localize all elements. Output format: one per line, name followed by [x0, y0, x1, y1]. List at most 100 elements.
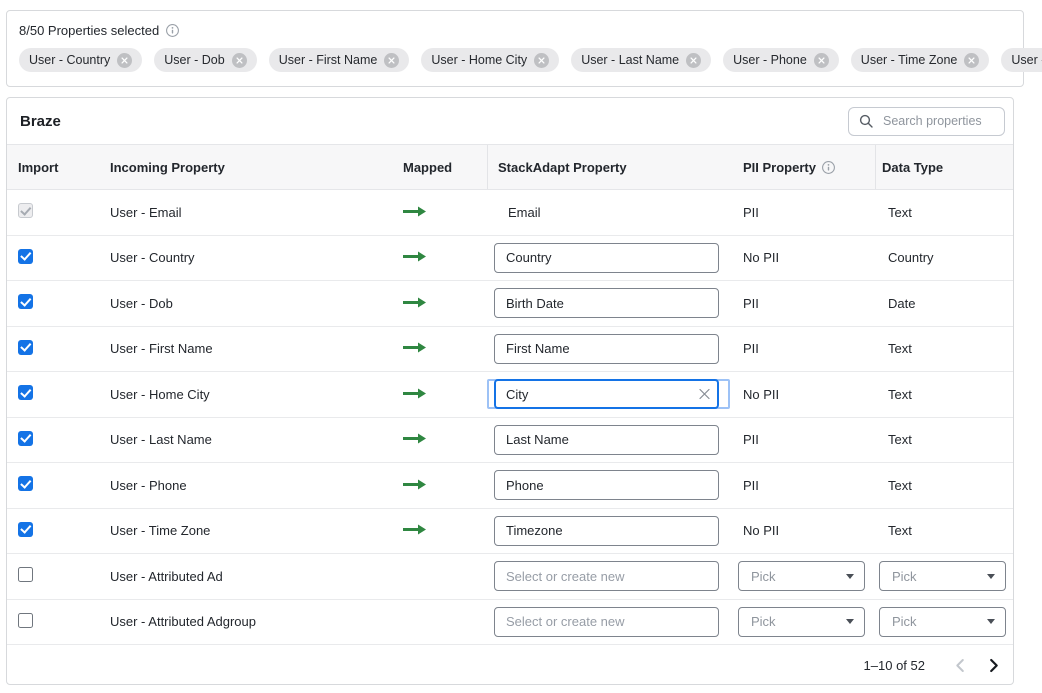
chevron-down-icon: [846, 619, 854, 624]
pii-value: No PII: [743, 387, 779, 402]
import-checkbox[interactable]: [18, 476, 33, 491]
table-cell: Date: [875, 296, 1013, 311]
clear-input-icon[interactable]: [699, 389, 710, 400]
table-body: User - EmailEmailPIITextUser - CountryNo…: [7, 190, 1013, 645]
arrow-right-icon: [403, 479, 427, 490]
table-cell: User - Attributed Ad: [110, 569, 392, 584]
pii-select[interactable]: Pick: [738, 561, 865, 591]
table-row: User - Last NamePIIText: [7, 418, 1013, 464]
import-checkbox[interactable]: [18, 522, 33, 537]
table-cell: [392, 432, 487, 447]
table-cell: Pick: [737, 561, 875, 591]
stackadapt-property-input[interactable]: [494, 425, 719, 455]
table-cell: [7, 385, 110, 403]
remove-chip-icon[interactable]: [964, 53, 979, 68]
table-cell: [487, 425, 737, 455]
import-checkbox[interactable]: [18, 431, 33, 446]
stackadapt-property-input-wrap: [494, 425, 719, 455]
stackadapt-property-input[interactable]: [494, 334, 719, 364]
data-type-value: Text: [888, 387, 912, 402]
table-row: User - Phone PII Text: [7, 463, 1013, 509]
property-chip: User - First Name: [269, 48, 410, 72]
stackadapt-property-input[interactable]: [494, 379, 719, 409]
table-cell: No PII: [737, 250, 875, 265]
remove-chip-icon[interactable]: [117, 53, 132, 68]
import-checkbox[interactable]: [18, 294, 33, 309]
pii-select[interactable]: Pick: [738, 607, 865, 637]
chip-label: User - Phone: [733, 53, 807, 67]
incoming-property-label: User - First Name: [110, 341, 213, 356]
pii-value: PII: [743, 296, 759, 311]
data-type-select-value: Pick: [892, 614, 917, 629]
table-row: User - Home City No PII Text: [7, 372, 1013, 418]
remove-chip-icon[interactable]: [232, 53, 247, 68]
stackadapt-property-input-wrap: [494, 470, 719, 500]
import-checkbox[interactable]: [18, 613, 33, 628]
stackadapt-property-input[interactable]: [494, 288, 719, 318]
remove-chip-icon[interactable]: [384, 53, 399, 68]
selection-summary: 8/50 Properties selected: [19, 23, 159, 38]
data-type-select[interactable]: Pick: [879, 561, 1006, 591]
table-cell: Email: [487, 205, 737, 220]
table-cell: [392, 250, 487, 265]
table-cell: Text: [875, 478, 1013, 493]
arrow-right-icon: [403, 251, 427, 262]
pii-value: No PII: [743, 523, 779, 538]
incoming-property-label: User - Last Name: [110, 432, 212, 447]
property-chip: User - Dob: [154, 48, 256, 72]
table-cell: Text: [875, 341, 1013, 356]
table-cell: [392, 523, 487, 538]
table-cell: [392, 341, 487, 356]
table-cell: PII: [737, 432, 875, 447]
property-chip: User - Phone: [723, 48, 839, 72]
search-input[interactable]: [881, 113, 994, 129]
property-mapping-table: Braze Import Incoming Property Mapped St…: [6, 97, 1014, 685]
incoming-property-label: User - Country: [110, 250, 195, 265]
data-type-select-value: Pick: [892, 569, 917, 584]
table-cell: Text: [875, 387, 1013, 402]
arrow-right-icon: [403, 433, 427, 444]
table-cell: No PII: [737, 387, 875, 402]
remove-chip-icon[interactable]: [686, 53, 701, 68]
pagination-range: 1–10 of 52: [864, 658, 925, 673]
import-checkbox[interactable]: [18, 249, 33, 264]
table-cell: User - Last Name: [110, 432, 392, 447]
incoming-property-label: User - Time Zone: [110, 523, 210, 538]
table-row: User - Country No PII Country: [7, 236, 1013, 282]
table-cell: [7, 567, 110, 585]
info-icon[interactable]: [822, 161, 835, 174]
incoming-property-label: User - Phone: [110, 478, 187, 493]
table-cell: No PII: [737, 523, 875, 538]
table-footer: 1–10 of 52: [7, 645, 1013, 686]
chevron-down-icon: [987, 574, 995, 579]
import-checkbox[interactable]: [18, 567, 33, 582]
table-cell: User - Attributed Adgroup: [110, 614, 392, 629]
stackadapt-property-input-wrap: [494, 243, 719, 273]
stackadapt-property-input[interactable]: [494, 561, 719, 591]
chip-label: User - Home City: [431, 53, 527, 67]
table-cell: PII: [737, 296, 875, 311]
property-chip: User - Email: [1001, 48, 1042, 72]
pagination-next-button[interactable]: [989, 658, 999, 673]
table-cell: [7, 522, 110, 540]
table-cell: Pick: [875, 561, 1013, 591]
stackadapt-property-input[interactable]: [494, 516, 719, 546]
table-toolbar: Braze: [7, 98, 1013, 144]
incoming-property-label: User - Attributed Ad: [110, 569, 223, 584]
stackadapt-property-input[interactable]: [494, 470, 719, 500]
table-cell: User - Home City: [110, 387, 392, 402]
stackadapt-property-input[interactable]: [494, 607, 719, 637]
property-chip: User - Home City: [421, 48, 559, 72]
remove-chip-icon[interactable]: [814, 53, 829, 68]
import-checkbox[interactable]: [18, 340, 33, 355]
data-type-value: Country: [888, 250, 934, 265]
data-type-select[interactable]: Pick: [879, 607, 1006, 637]
import-checkbox[interactable]: [18, 385, 33, 400]
remove-chip-icon[interactable]: [534, 53, 549, 68]
pii-property-header-label: PII Property: [743, 160, 816, 175]
info-icon[interactable]: [166, 24, 179, 37]
stackadapt-property-input[interactable]: [494, 243, 719, 273]
column-header-mapped: Mapped: [392, 160, 487, 175]
pii-value: PII: [743, 478, 759, 493]
chip-label: User - Dob: [164, 53, 224, 67]
